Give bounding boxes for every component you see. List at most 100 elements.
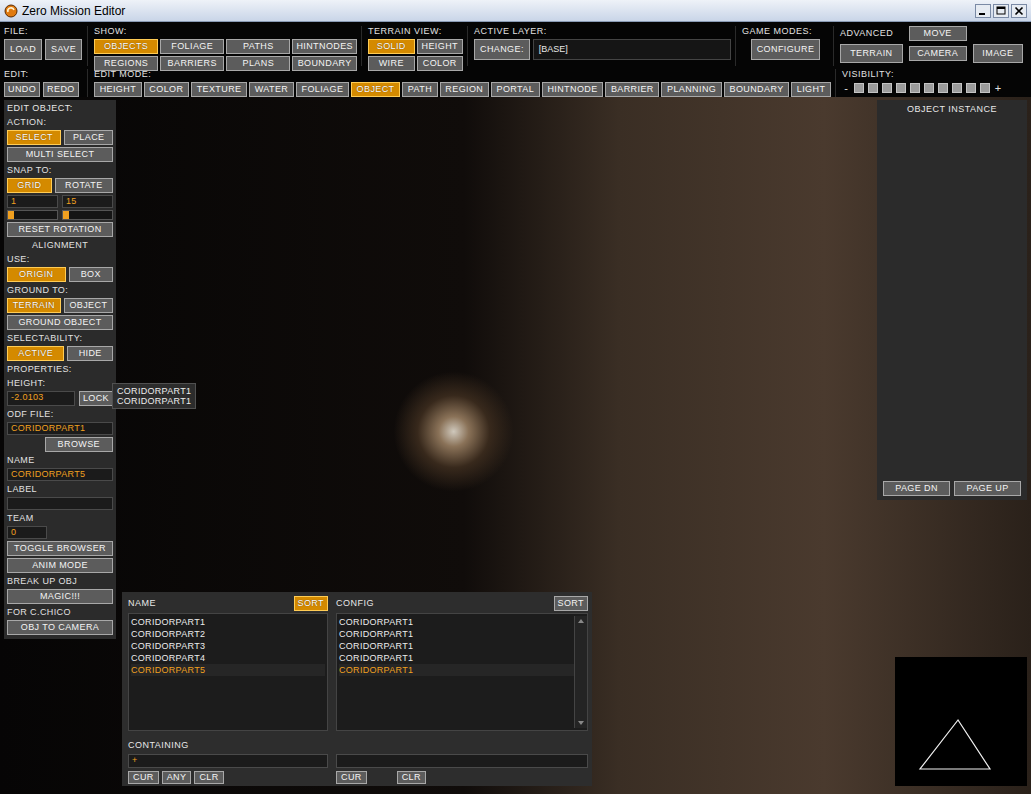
- sort-button[interactable]: SORT: [294, 596, 328, 611]
- visibility-box[interactable]: [854, 83, 864, 93]
- text-field[interactable]: CORIDORPART1: [7, 422, 113, 435]
- list-row[interactable]: CORIDORPART1: [339, 616, 574, 628]
- visibility-box[interactable]: [910, 83, 920, 93]
- scrollbar[interactable]: [574, 616, 587, 728]
- visibility-box[interactable]: [882, 83, 892, 93]
- list-row[interactable]: CORIDORPART3: [131, 640, 325, 652]
- panel-button[interactable]: TOGGLE BROWSER: [7, 541, 113, 556]
- edit-mode-button[interactable]: LIGHT: [791, 82, 831, 97]
- terrain-view-button[interactable]: SOLID: [368, 39, 415, 54]
- visibility-box[interactable]: [980, 83, 990, 93]
- panel-button[interactable]: TERRAIN: [7, 298, 61, 313]
- panel-button[interactable]: GROUND OBJECT: [7, 315, 113, 330]
- visibility-box[interactable]: [868, 83, 878, 93]
- edit-button[interactable]: REDO: [43, 82, 79, 97]
- edit-button[interactable]: UNDO: [4, 82, 40, 97]
- scroll-up-icon[interactable]: [576, 616, 586, 626]
- page-button[interactable]: PAGE UP: [954, 481, 1021, 496]
- show-toggle[interactable]: OBJECTS: [94, 39, 158, 54]
- panel-button[interactable]: HIDE: [67, 346, 113, 361]
- file-button[interactable]: SAVE: [45, 39, 82, 60]
- filter-button[interactable]: CUR: [128, 771, 159, 784]
- change-layer-button[interactable]: CHANGE:: [474, 39, 530, 60]
- show-toggle[interactable]: FOLIAGE: [160, 39, 224, 54]
- visibility-box[interactable]: [896, 83, 906, 93]
- layer-field[interactable]: [BASE]: [533, 39, 731, 60]
- edit-mode-button[interactable]: BOUNDARY: [724, 82, 789, 97]
- list-row[interactable]: CORIDORPART1: [339, 628, 574, 640]
- viewport-3d[interactable]: EDIT OBJECT:ACTION:SELECTPLACEMULTI SELE…: [0, 97, 1031, 794]
- height-field[interactable]: -2.0103: [7, 391, 75, 406]
- camera-button[interactable]: CAMERA: [909, 46, 967, 61]
- show-toggle[interactable]: PATHS: [226, 39, 290, 54]
- filter-button[interactable]: CUR: [336, 771, 367, 784]
- configure-button[interactable]: CONFIGURE: [751, 39, 821, 60]
- containing-field[interactable]: [336, 754, 588, 768]
- list-row[interactable]: CORIDORPART1: [339, 652, 574, 664]
- edit-mode-button[interactable]: OBJECT: [351, 82, 400, 97]
- lock-button[interactable]: LOCK: [79, 391, 113, 406]
- containing-field[interactable]: +: [128, 754, 328, 768]
- edit-mode-button[interactable]: PORTAL: [491, 82, 540, 97]
- edit-mode-button[interactable]: PATH: [402, 82, 438, 97]
- edit-mode-button[interactable]: COLOR: [144, 82, 189, 97]
- show-toggle[interactable]: HINTNODES: [292, 39, 357, 54]
- edit-mode-button[interactable]: HEIGHT: [94, 82, 142, 97]
- instance-list[interactable]: [883, 119, 1021, 477]
- panel-button[interactable]: ROTATE: [55, 178, 113, 193]
- filter-button[interactable]: CLR: [194, 771, 223, 784]
- edit-mode-button[interactable]: BARRIER: [605, 82, 659, 97]
- sort-button[interactable]: SORT: [554, 596, 588, 611]
- panel-button[interactable]: BOX: [69, 267, 113, 282]
- close-button[interactable]: [1011, 4, 1027, 18]
- panel-button[interactable]: MAGIC!!!: [7, 589, 113, 604]
- snap-slider[interactable]: [7, 210, 58, 220]
- panel-button[interactable]: OBJECT: [64, 298, 113, 313]
- visibility-box[interactable]: [924, 83, 934, 93]
- terrain-view-button[interactable]: HEIGHT: [417, 39, 464, 54]
- slider-thumb[interactable]: [8, 211, 14, 219]
- minimap[interactable]: [895, 657, 1027, 786]
- panel-button[interactable]: OBJ TO CAMERA: [7, 620, 113, 635]
- page-button[interactable]: PAGE DN: [883, 481, 950, 496]
- panel-button[interactable]: ANIM MODE: [7, 558, 113, 573]
- edit-mode-button[interactable]: PLANNING: [661, 82, 722, 97]
- team-field[interactable]: 0: [7, 526, 47, 539]
- filter-button[interactable]: ANY: [162, 771, 192, 784]
- edit-mode-button[interactable]: HINTNODE: [542, 82, 603, 97]
- visibility-box[interactable]: [938, 83, 948, 93]
- list-row[interactable]: CORIDORPART1: [131, 616, 325, 628]
- image-button[interactable]: IMAGE: [973, 44, 1023, 63]
- visibility-box[interactable]: [952, 83, 962, 93]
- visibility-box[interactable]: [966, 83, 976, 93]
- move-button[interactable]: MOVE: [909, 26, 967, 41]
- list-row[interactable]: CORIDORPART1: [339, 640, 574, 652]
- list-row[interactable]: CORIDORPART4: [131, 652, 325, 664]
- list-row[interactable]: CORIDORPART1: [339, 664, 574, 676]
- browse-button[interactable]: BROWSE: [45, 437, 113, 452]
- snap-field[interactable]: 1: [7, 195, 58, 208]
- panel-button[interactable]: PLACE: [64, 130, 113, 145]
- minimize-button[interactable]: [975, 4, 991, 18]
- slider-thumb[interactable]: [63, 211, 69, 219]
- edit-mode-button[interactable]: WATER: [249, 82, 294, 97]
- visibility-increase[interactable]: +: [994, 82, 1002, 94]
- edit-mode-button[interactable]: TEXTURE: [191, 82, 247, 97]
- panel-button[interactable]: GRID: [7, 178, 52, 193]
- text-field[interactable]: CORIDORPART5: [7, 468, 113, 481]
- panel-button[interactable]: RESET ROTATION: [7, 222, 113, 237]
- list-row[interactable]: CORIDORPART2: [131, 628, 325, 640]
- panel-button[interactable]: SELECT: [7, 130, 61, 145]
- scroll-down-icon[interactable]: [576, 718, 586, 728]
- snap-field[interactable]: 15: [62, 195, 113, 208]
- terrain-button[interactable]: TERRAIN: [840, 44, 903, 63]
- panel-button[interactable]: ACTIVE: [7, 346, 64, 361]
- panel-button[interactable]: ORIGIN: [7, 267, 66, 282]
- visibility-decrease[interactable]: -: [842, 82, 850, 94]
- list-row[interactable]: CORIDORPART5: [131, 664, 325, 676]
- edit-mode-button[interactable]: FOLIAGE: [296, 82, 349, 97]
- snap-slider[interactable]: [62, 210, 113, 220]
- edit-mode-button[interactable]: REGION: [440, 82, 489, 97]
- maximize-button[interactable]: [993, 4, 1009, 18]
- filter-button[interactable]: CLR: [397, 771, 426, 784]
